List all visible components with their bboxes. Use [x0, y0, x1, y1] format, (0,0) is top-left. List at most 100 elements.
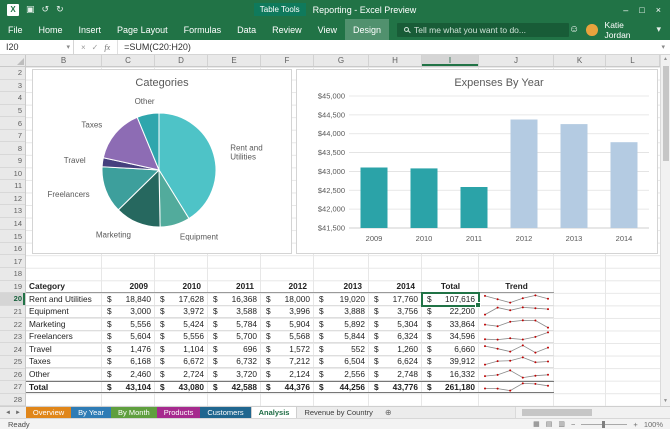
row-header-19[interactable]: 19 — [0, 281, 25, 294]
row-header-9[interactable]: 9 — [0, 155, 25, 168]
cell-value[interactable]: $2,556 — [314, 368, 369, 380]
cell-value[interactable]: $5,784 — [208, 318, 261, 330]
pie-chart[interactable]: CategoriesRent andUtilitiesEquipmentMark… — [32, 69, 292, 254]
column-header-L[interactable]: L — [606, 55, 660, 66]
cell-value[interactable]: $1,104 — [155, 343, 208, 355]
ribbon-tab-view[interactable]: View — [310, 19, 345, 40]
ribbon-tab-home[interactable]: Home — [31, 19, 71, 40]
cell-value[interactable]: $3,756 — [369, 306, 422, 318]
redo-icon[interactable]: ↻ — [56, 5, 64, 14]
row-header-16[interactable]: 16 — [0, 243, 25, 256]
horizontal-scroll-thumb[interactable] — [522, 409, 592, 416]
cell-total[interactable]: $34,596 — [422, 331, 479, 343]
zoom-in-icon[interactable]: + — [633, 420, 637, 429]
column-header-H[interactable]: H — [369, 55, 422, 66]
cell-value[interactable]: $5,556 — [155, 331, 208, 343]
row-header-7[interactable]: 7 — [0, 130, 25, 143]
select-all-corner[interactable] — [0, 55, 26, 67]
cell-value[interactable]: $6,168 — [102, 356, 155, 368]
zoom-out-icon[interactable]: − — [571, 420, 575, 429]
row-header-12[interactable]: 12 — [0, 193, 25, 206]
cell-value[interactable]: $2,724 — [155, 368, 208, 380]
cell-total[interactable]: $261,180 — [422, 382, 479, 393]
cell-trend-sparkline[interactable] — [479, 318, 554, 330]
insert-function-icon[interactable]: fx — [104, 43, 110, 52]
row-header-11[interactable]: 11 — [0, 180, 25, 193]
cell-trend-sparkline[interactable] — [479, 306, 554, 318]
scroll-up-icon[interactable]: ▲ — [663, 55, 668, 64]
sheet-tab-revenue-by-country[interactable]: Revenue by Country — [297, 407, 379, 418]
enter-icon[interactable]: ✓ — [92, 43, 99, 52]
cell-value[interactable]: $2,124 — [261, 368, 314, 380]
cell-value[interactable]: $6,732 — [208, 356, 261, 368]
maximize-button[interactable]: □ — [639, 5, 644, 15]
row-header-2[interactable]: 2 — [0, 67, 25, 80]
cell-category[interactable]: Taxes — [26, 356, 102, 368]
ribbon-tab-file[interactable]: File — [0, 19, 31, 40]
column-header-F[interactable]: F — [261, 55, 314, 66]
close-button[interactable]: × — [656, 5, 661, 15]
cell-value[interactable]: $1,476 — [102, 343, 155, 355]
table-header-2012[interactable]: 2012 — [261, 280, 314, 292]
row-header-23[interactable]: 23 — [0, 331, 25, 344]
cell-value[interactable]: $1,572 — [261, 343, 314, 355]
row-header-6[interactable]: 6 — [0, 117, 25, 130]
cell-total[interactable]: $16,332 — [422, 368, 479, 380]
formula-input[interactable]: =SUM(C20:H20) — [118, 40, 656, 54]
table-header-category[interactable]: Category — [26, 280, 102, 292]
page-layout-view-icon[interactable]: ▤ — [546, 420, 553, 428]
zoom-slider[interactable] — [581, 424, 627, 425]
row-header-13[interactable]: 13 — [0, 205, 25, 218]
ribbon-tab-review[interactable]: Review — [264, 19, 310, 40]
cell-value[interactable]: $5,604 — [102, 331, 155, 343]
row-header-4[interactable]: 4 — [0, 92, 25, 105]
cell-trend-sparkline[interactable] — [479, 293, 554, 305]
name-box[interactable]: I20 ▾ — [0, 40, 74, 54]
name-box-dropdown-icon[interactable]: ▾ — [66, 43, 73, 51]
sheet-tab-analysis[interactable]: Analysis — [251, 407, 298, 418]
cell-value[interactable]: $5,700 — [208, 331, 261, 343]
column-header-G[interactable]: G — [314, 55, 369, 66]
cell-category[interactable]: Equipment — [26, 306, 102, 318]
ribbon-tab-formulas[interactable]: Formulas — [176, 19, 230, 40]
cell-trend-sparkline[interactable] — [479, 331, 554, 343]
scroll-down-icon[interactable]: ▼ — [663, 397, 668, 406]
cell-trend-sparkline[interactable] — [479, 343, 554, 355]
cell-value[interactable]: $6,324 — [369, 331, 422, 343]
ribbon-tab-insert[interactable]: Insert — [71, 19, 110, 40]
zoom-level[interactable]: 100% — [644, 420, 663, 429]
cell-trend-sparkline[interactable] — [479, 382, 554, 393]
cell-value[interactable]: $5,892 — [314, 318, 369, 330]
table-header-2010[interactable]: 2010 — [155, 280, 208, 292]
page-break-view-icon[interactable]: ▥ — [558, 420, 565, 428]
feedback-smiley-icon[interactable]: ☺ — [569, 24, 579, 35]
save-icon[interactable]: ▣ — [26, 5, 35, 14]
zoom-slider-thumb[interactable] — [602, 421, 605, 428]
vertical-scrollbar[interactable]: ▲ ▼ — [660, 55, 670, 406]
cell-trend-sparkline[interactable] — [479, 368, 554, 380]
row-header-5[interactable]: 5 — [0, 105, 25, 118]
cell-value[interactable]: $16,368 — [208, 293, 261, 305]
vertical-scroll-thumb[interactable] — [663, 66, 669, 161]
cell-value[interactable]: $6,504 — [314, 356, 369, 368]
column-header-K[interactable]: K — [554, 55, 606, 66]
cell-value[interactable]: $5,424 — [155, 318, 208, 330]
cell-value[interactable]: $43,776 — [369, 382, 422, 393]
row-header-21[interactable]: 21 — [0, 306, 25, 319]
cell-value[interactable]: $18,000 — [261, 293, 314, 305]
row-header-3[interactable]: 3 — [0, 80, 25, 93]
sheet-tab-overview[interactable]: Overview — [26, 407, 71, 418]
column-header-C[interactable]: C — [102, 55, 155, 66]
cell-value[interactable]: $43,104 — [102, 382, 155, 393]
cell-value[interactable]: $5,904 — [261, 318, 314, 330]
cell-value[interactable]: $3,000 — [102, 306, 155, 318]
ribbon-tab-page-layout[interactable]: Page Layout — [109, 19, 176, 40]
column-header-I[interactable]: I — [422, 55, 479, 66]
table-header-total[interactable]: Total — [422, 280, 479, 292]
cell-value[interactable]: $5,568 — [261, 331, 314, 343]
column-header-D[interactable]: D — [155, 55, 208, 66]
cell-value[interactable]: $43,080 — [155, 382, 208, 393]
new-sheet-button[interactable]: ⊕ — [380, 407, 397, 418]
cancel-icon[interactable]: × — [81, 43, 86, 52]
column-header-B[interactable]: B — [26, 55, 102, 66]
